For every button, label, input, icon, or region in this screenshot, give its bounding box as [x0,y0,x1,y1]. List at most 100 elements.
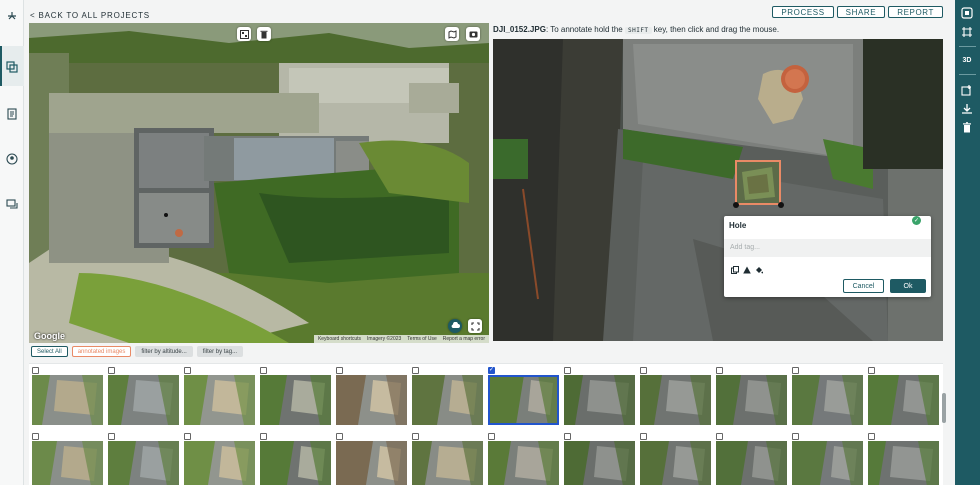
annotation-handle-left[interactable] [733,202,739,208]
image-filename: DJI_0152.JPG [493,25,546,34]
3d-view-button[interactable]: 3D [959,52,975,68]
thumbnail-checkbox[interactable] [336,433,343,440]
report-button[interactable]: REPORT [888,6,943,18]
thumbnail-checkbox[interactable] [868,367,875,374]
gallery-scrollbar[interactable] [942,393,946,423]
measure-icon[interactable] [959,24,975,40]
download-icon[interactable] [959,101,975,117]
cancel-button[interactable]: Cancel [843,279,884,293]
select-all-button[interactable]: Select All [31,346,68,357]
paint-bucket-icon[interactable] [754,265,763,274]
thumbnail-checkbox[interactable] [32,433,39,440]
gallery-thumbnail[interactable] [868,375,939,425]
warning-icon[interactable] [742,265,751,274]
thumbnail-checkbox[interactable] [564,367,571,374]
thumbnail-checkbox[interactable] [260,367,267,374]
right-toolbar: 3D [955,0,980,485]
report-icon[interactable] [4,106,20,122]
altitude-filter[interactable]: filter by altitude... [135,346,193,357]
fullscreen-icon[interactable] [468,319,482,333]
gallery-thumbnail[interactable] [792,441,863,485]
thumbnail-checkbox[interactable] [260,433,267,440]
thumbnail-checkbox[interactable] [336,367,343,374]
annotation-popup: ✓ Hole Add tag... Cancel Ok [724,216,931,297]
orthomosaic-map[interactable]: Google Keyboard shortcuts Imagery ©2023 … [29,23,489,343]
thumbnail-checkbox[interactable] [716,367,723,374]
gallery-thumbnail[interactable] [868,441,939,485]
header-actions: PROCESS SHARE REPORT [772,6,943,18]
gallery-thumbnail[interactable] [640,441,711,485]
annotated-images-filter[interactable]: annotated images [71,346,132,357]
tag-input[interactable]: Add tag... [724,239,931,257]
back-to-projects-link[interactable]: < BACK TO ALL PROJECTS [30,11,150,20]
thumbnail-checkbox[interactable] [32,367,39,374]
thumbnail-checkbox[interactable] [716,433,723,440]
gallery-thumbnail[interactable] [260,441,331,485]
gallery-thumbnail[interactable] [792,375,863,425]
report-error-link[interactable]: Report a map error [443,336,485,342]
annotation-handle-right[interactable] [778,202,784,208]
gallery-thumbnail[interactable] [564,441,635,485]
delete-icon[interactable] [959,119,975,135]
shift-key-hint: SHIFT [624,27,652,34]
thumbnail-checkbox[interactable] [108,367,115,374]
add-layer-icon[interactable] [959,82,975,98]
ok-button[interactable]: Ok [890,279,926,293]
gallery-thumbnail[interactable] [716,375,787,425]
thumbnail-checkbox[interactable] [108,433,115,440]
gallery-thumbnail[interactable] [32,441,103,485]
gallery-thumbnail[interactable] [488,441,559,485]
thumbnail-checkbox[interactable] [412,433,419,440]
tag-filter[interactable]: filter by tag... [196,346,244,357]
gallery-thumbnail[interactable] [336,375,407,425]
annotation-label[interactable]: Hole [729,221,746,230]
thumbnail-checkbox[interactable] [412,367,419,374]
popup-confirm-icon[interactable]: ✓ [912,216,921,225]
left-rail [0,0,24,485]
gallery-thumbnail[interactable] [184,375,255,425]
cloud-upload-icon[interactable] [448,319,462,333]
toolbar-divider [959,74,976,75]
thumbnail-checkbox[interactable] [792,433,799,440]
gallery-thumbnail[interactable] [412,441,483,485]
user-icon[interactable] [4,151,20,167]
gallery-thumbnail[interactable] [32,375,103,425]
process-button[interactable]: PROCESS [772,6,834,18]
gallery-thumbnail[interactable] [108,441,179,485]
gallery-thumbnail[interactable] [108,375,179,425]
thumbnail-checkbox[interactable] [184,367,191,374]
thumbnail-checkbox[interactable]: ✓ [488,367,495,374]
gallery-thumbnail[interactable] [488,375,559,425]
topbar: < BACK TO ALL PROJECTS [30,5,150,23]
thumbnail-checkbox[interactable] [488,433,495,440]
drone-icon[interactable] [4,8,20,24]
gallery-thumbnail[interactable] [716,441,787,485]
images-icon[interactable] [4,59,20,75]
annotate-map-icon[interactable] [237,27,251,41]
gallery-thumbnail[interactable] [336,441,407,485]
keyboard-shortcuts-link[interactable]: Keyboard shortcuts [318,336,361,342]
gallery-thumbnail[interactable] [564,375,635,425]
camera-icon[interactable] [466,27,480,41]
select-area-icon[interactable] [959,5,975,21]
trash-icon[interactable] [257,27,271,41]
image-gallery: ✓ [29,363,943,485]
annotation-box[interactable] [735,160,781,205]
copy-icon[interactable] [730,265,739,274]
gallery-thumbnail[interactable] [640,375,711,425]
share-button[interactable]: SHARE [836,6,886,18]
imagery-credit: Imagery ©2023 [367,336,402,342]
thumbnail-checkbox[interactable] [564,433,571,440]
thumbnail-checkbox[interactable] [868,433,875,440]
gallery-thumbnail[interactable] [412,375,483,425]
terms-link[interactable]: Terms of Use [407,336,436,342]
google-logo: Google [34,331,65,341]
comments-icon[interactable] [4,196,20,212]
gallery-thumbnail[interactable] [184,441,255,485]
thumbnail-checkbox[interactable] [792,367,799,374]
gallery-thumbnail[interactable] [260,375,331,425]
map-layers-icon[interactable] [445,27,459,41]
thumbnail-checkbox[interactable] [640,433,647,440]
thumbnail-checkbox[interactable] [184,433,191,440]
thumbnail-checkbox[interactable] [640,367,647,374]
